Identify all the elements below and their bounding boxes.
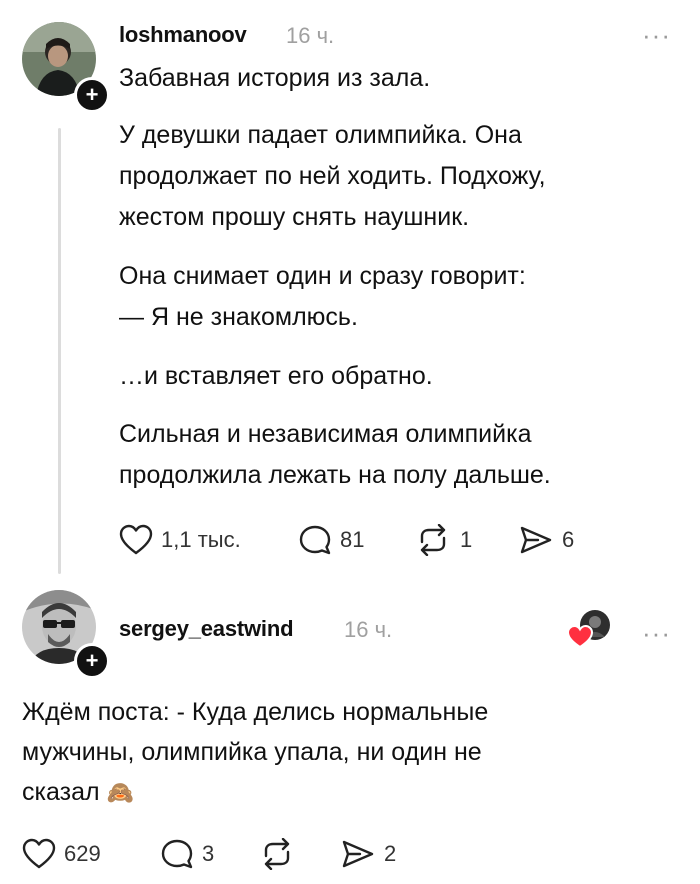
thread-line bbox=[58, 128, 61, 574]
reply-text: Ждём поста: - Куда делись нормальные муж… bbox=[22, 692, 488, 813]
post-text-paragraph-3: …и вставляет его обратно. bbox=[119, 362, 433, 390]
repost-icon bbox=[264, 838, 290, 870]
author-liked-badge bbox=[567, 607, 613, 653]
reply-follow-plus-icon[interactable]: + bbox=[74, 643, 110, 679]
post-comment-button[interactable]: 81 bbox=[298, 524, 364, 556]
repost-icon bbox=[420, 524, 446, 556]
heart-icon bbox=[22, 838, 56, 869]
post-time: 16 ч. bbox=[286, 23, 335, 48]
post-text-paragraph-1: У девушки падает олимпийка. Она продолжа… bbox=[119, 121, 546, 231]
post-repost-button[interactable]: 1 bbox=[414, 524, 472, 556]
reply-share-button[interactable]: 2 bbox=[340, 838, 396, 870]
reply-time: 16 ч. bbox=[344, 617, 393, 642]
post-username[interactable]: loshmanoov bbox=[119, 22, 247, 48]
reply-like-count: 629 bbox=[64, 841, 101, 866]
post-more-icon[interactable]: ··· bbox=[642, 22, 671, 48]
post-comment-count: 81 bbox=[340, 527, 365, 552]
post-share-button[interactable]: 6 bbox=[518, 524, 574, 556]
reply-text-content: Ждём поста: - Куда делись нормальные муж… bbox=[22, 698, 489, 806]
post-text-line-1: Забавная история из зала. bbox=[119, 64, 431, 92]
heart-icon bbox=[567, 625, 593, 649]
heart-icon bbox=[119, 524, 153, 555]
post-text-paragraph-2: Она снимает один и сразу говорит: — Я не… bbox=[119, 262, 526, 331]
post-like-count: 1,1 тыс. bbox=[161, 527, 241, 552]
reply-username[interactable]: sergey_eastwind bbox=[119, 616, 294, 642]
comment-icon bbox=[161, 839, 193, 869]
post-repost-count: 1 bbox=[460, 527, 473, 552]
reply-comment-count: 3 bbox=[202, 841, 215, 866]
monkey-emoji: 🙈 bbox=[106, 780, 134, 805]
share-icon bbox=[520, 526, 552, 554]
share-icon bbox=[342, 840, 374, 868]
reply-repost-button[interactable] bbox=[258, 838, 296, 870]
reply-like-button[interactable]: 629 bbox=[22, 838, 101, 870]
reply-comment-button[interactable]: 3 bbox=[160, 838, 214, 870]
reply-more-icon[interactable]: ··· bbox=[642, 620, 671, 646]
comment-icon bbox=[299, 525, 331, 555]
reply-share-count: 2 bbox=[384, 841, 397, 866]
post-like-button[interactable]: 1,1 тыс. bbox=[119, 524, 241, 556]
post-share-count: 6 bbox=[562, 527, 575, 552]
post-follow-plus-icon[interactable]: + bbox=[74, 77, 110, 113]
post-text-paragraph-4: Сильная и независимая олимпийка продолжи… bbox=[119, 420, 551, 489]
